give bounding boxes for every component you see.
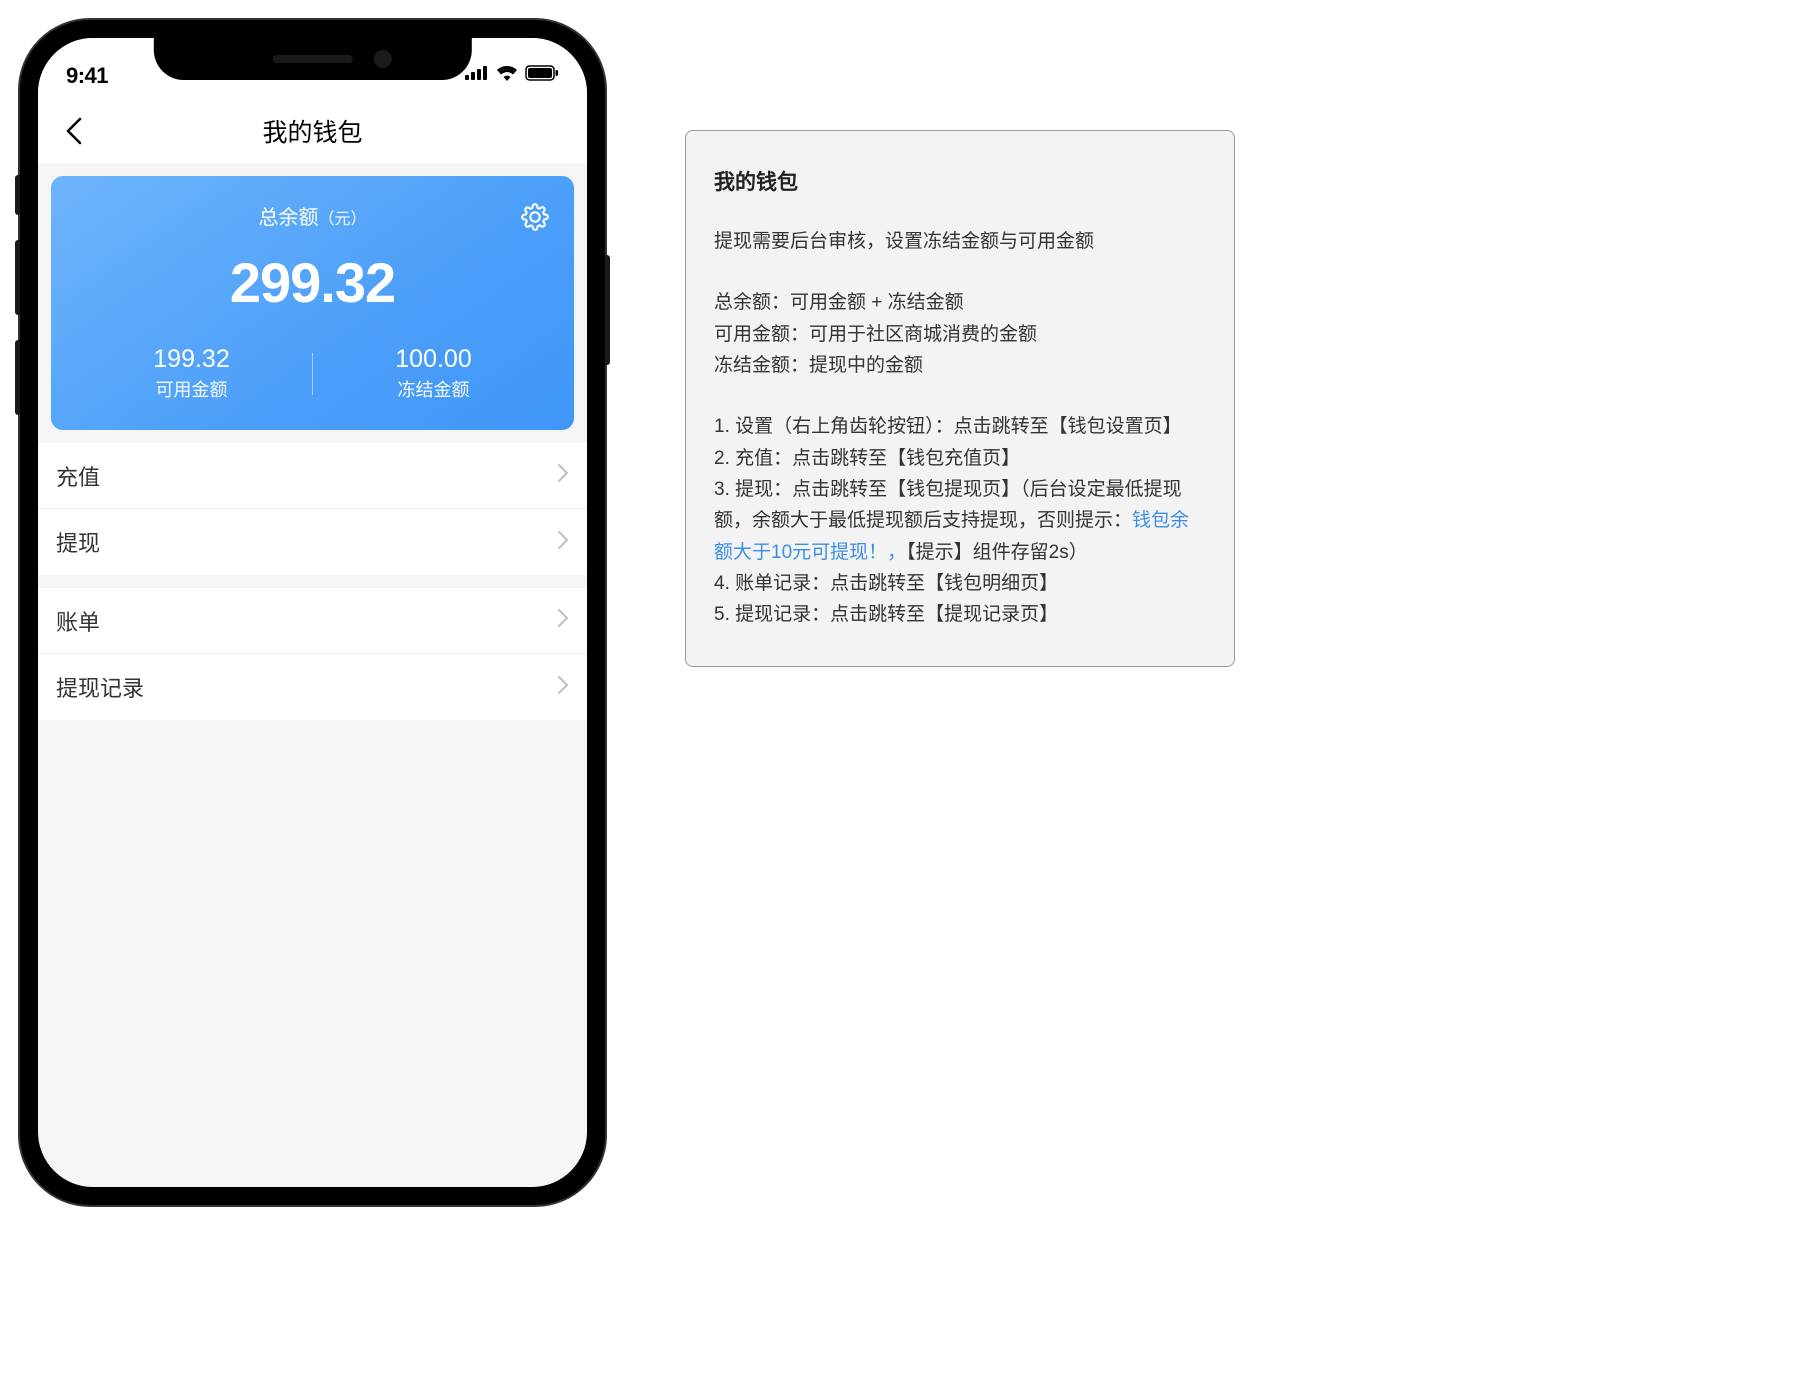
nav-bar: 我的钱包: [38, 98, 587, 163]
doc-step-2: 2. 充值：点击跳转至【钱包充值页】: [714, 443, 1206, 474]
balance-total: 299.32: [71, 250, 554, 315]
menu-item-recharge[interactable]: 充值: [38, 443, 587, 509]
balance-unit: （元）: [318, 211, 366, 228]
menu-item-label: 账单: [56, 605, 100, 637]
gear-icon: [521, 203, 549, 231]
doc-step-3: 3. 提现：点击跳转至【钱包提现页】（后台设定最低提现额，余额大于最低提现额后支…: [714, 474, 1206, 568]
notch-speaker: [273, 55, 353, 63]
phone-screen: 9:41: [38, 38, 587, 1187]
phone-volume-down: [15, 340, 20, 415]
menu-item-withdraw[interactable]: 提现: [38, 509, 587, 575]
chevron-right-icon: [557, 463, 569, 488]
menu-item-label: 充值: [56, 460, 100, 492]
doc-step-3b: 【提示】组件存留2s）: [906, 542, 1088, 563]
settings-button[interactable]: [516, 198, 554, 241]
menu-item-withdraw-record[interactable]: 提现记录: [38, 654, 587, 720]
chevron-left-icon: [66, 117, 82, 145]
phone-left-buttons: [15, 175, 20, 415]
chevron-right-icon: [557, 675, 569, 700]
menu-item-label: 提现: [56, 526, 100, 558]
menu-item-bill[interactable]: 账单: [38, 588, 587, 654]
menu-item-label: 提现记录: [56, 671, 144, 703]
doc-title: 我的钱包: [714, 166, 1206, 196]
doc-def-frozen: 冻结金额：提现中的金额: [714, 350, 1206, 381]
menu-spacer: [38, 430, 587, 443]
doc-def-total: 总余额：可用金额 + 冻结金额: [714, 287, 1206, 318]
doc-step-1: 1. 设置（右上角齿轮按钮）：点击跳转至【钱包设置页】: [714, 411, 1206, 442]
balance-card: 总余额（元） 299.32 199.32 可用金额: [51, 176, 574, 430]
battery-icon: [525, 65, 559, 86]
doc-def-available: 可用金额：可用于社区商城消费的金额: [714, 319, 1206, 350]
balance-label: 总余额: [258, 207, 318, 229]
balance-split: 199.32 可用金额 100.00 冻结金额: [71, 345, 554, 402]
phone-frame: 9:41: [20, 20, 605, 1205]
phone-notch: [153, 38, 471, 80]
frozen-value: 100.00: [313, 345, 554, 374]
documentation-panel: 我的钱包 提现需要后台审核，设置冻结金额与可用金额 总余额：可用金额 + 冻结金…: [685, 130, 1235, 667]
phone-volume-up: [15, 240, 20, 315]
chevron-right-icon: [557, 608, 569, 633]
wifi-icon: [496, 65, 518, 86]
phone-right-buttons: [605, 255, 610, 365]
status-time: 9:41: [66, 63, 108, 89]
phone-power-button: [605, 255, 610, 365]
back-button[interactable]: [56, 107, 92, 155]
phone-mute-switch: [15, 175, 20, 215]
balance-header: 总余额（元）: [71, 201, 554, 230]
chevron-right-icon: [557, 530, 569, 555]
available-label: 可用金额: [71, 376, 312, 402]
notch-camera: [374, 50, 392, 68]
frozen-balance: 100.00 冻结金额: [313, 345, 554, 402]
doc-steps-block: 1. 设置（右上角齿轮按钮）：点击跳转至【钱包设置页】 2. 充值：点击跳转至【…: [714, 411, 1206, 630]
doc-step-5: 5. 提现记录：点击跳转至【提现记录页】: [714, 599, 1206, 630]
balance-section: 总余额（元） 299.32 199.32 可用金额: [38, 163, 587, 430]
doc-step-3a: 3. 提现：点击跳转至【钱包提现页】（后台设定最低提现额，余额大于最低提现额后支…: [714, 479, 1182, 531]
available-value: 199.32: [71, 345, 312, 374]
menu-group-2: 账单 提现记录: [38, 588, 587, 720]
doc-definitions-block: 总余额：可用金额 + 冻结金额 可用金额：可用于社区商城消费的金额 冻结金额：提…: [714, 287, 1206, 381]
page-title: 我的钱包: [262, 113, 362, 149]
status-icons: [465, 65, 559, 86]
doc-intro: 提现需要后台审核，设置冻结金额与可用金额: [714, 226, 1206, 257]
doc-intro-block: 提现需要后台审核，设置冻结金额与可用金额: [714, 226, 1206, 257]
frozen-label: 冻结金额: [313, 376, 554, 402]
cellular-icon: [465, 66, 489, 85]
menu-spacer: [38, 575, 587, 588]
available-balance: 199.32 可用金额: [71, 345, 312, 402]
menu-group-1: 充值 提现: [38, 443, 587, 575]
doc-step-4: 4. 账单记录：点击跳转至【钱包明细页】: [714, 568, 1206, 599]
